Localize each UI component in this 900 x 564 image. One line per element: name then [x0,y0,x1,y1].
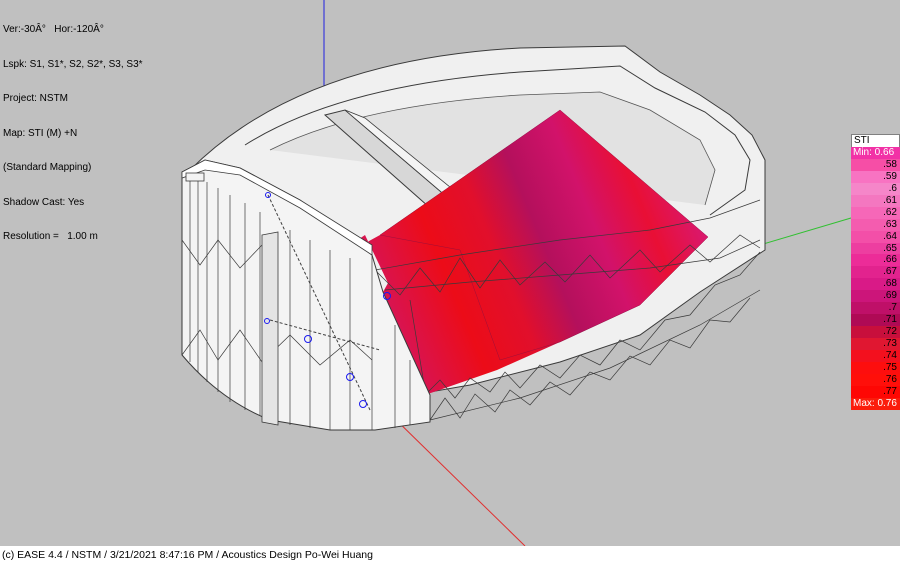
axis-y-line [759,217,852,246]
view-info-panel: Ver:-30Â° Hor:-120Â° Lspk: S1, S1*, S2, … [3,1,143,266]
legend-step: .7 [851,302,900,315]
legend-step: .61 [851,194,900,207]
legend-min-label: Min: 0.66 [851,147,900,159]
loudspeaker-list-text: Lspk: S1, S1*, S2, S2*, S3, S3* [3,58,143,70]
legend-step: .58 [851,158,900,171]
map-type-text: Map: STI (M) +N [3,127,78,139]
legend-step: .65 [851,242,900,255]
legend-step: .62 [851,206,900,219]
view-angle-text: Ver:-30Â° Hor:-120Â° [3,24,104,35]
stage-pillar [261,231,279,426]
side-box [185,172,205,182]
legend-step: .6 [851,182,900,195]
legend-step: .59 [851,170,900,183]
legend-step: .74 [851,349,900,362]
legend-step: .68 [851,278,900,291]
shadow-cast-text: Shadow Cast: Yes [3,196,85,208]
mapping-mode-text: (Standard Mapping) [3,162,92,173]
legend-step: .63 [851,218,900,231]
legend-title: STI [851,134,900,147]
project-text: Project: NSTM [3,93,69,104]
legend-step: .69 [851,290,900,303]
legend-step: .76 [851,373,900,386]
status-bar: (c) EASE 4.4 / NSTM / 3/21/2021 8:47:16 … [0,546,900,564]
legend-step: .75 [851,361,900,374]
legend-steps: .58.59.6.61.62.63.64.65.66.67.68.69.7.71… [851,158,900,398]
legend-step: .72 [851,326,900,338]
sti-color-legend: STI Min: 0.66 .58.59.6.61.62.63.64.65.66… [851,134,900,410]
legend-step: .71 [851,314,900,327]
legend-step: .64 [851,230,900,243]
3d-viewport[interactable]: Ver:-30Â° Hor:-120Â° Lspk: S1, S1*, S2, … [0,0,900,546]
legend-step: .66 [851,254,900,267]
resolution-text: Resolution = 1.00 m [3,231,98,242]
legend-step: .77 [851,385,900,398]
legend-step: .73 [851,338,900,350]
legend-max-label: Max: 0.76 [851,397,900,410]
legend-step: .67 [851,266,900,279]
